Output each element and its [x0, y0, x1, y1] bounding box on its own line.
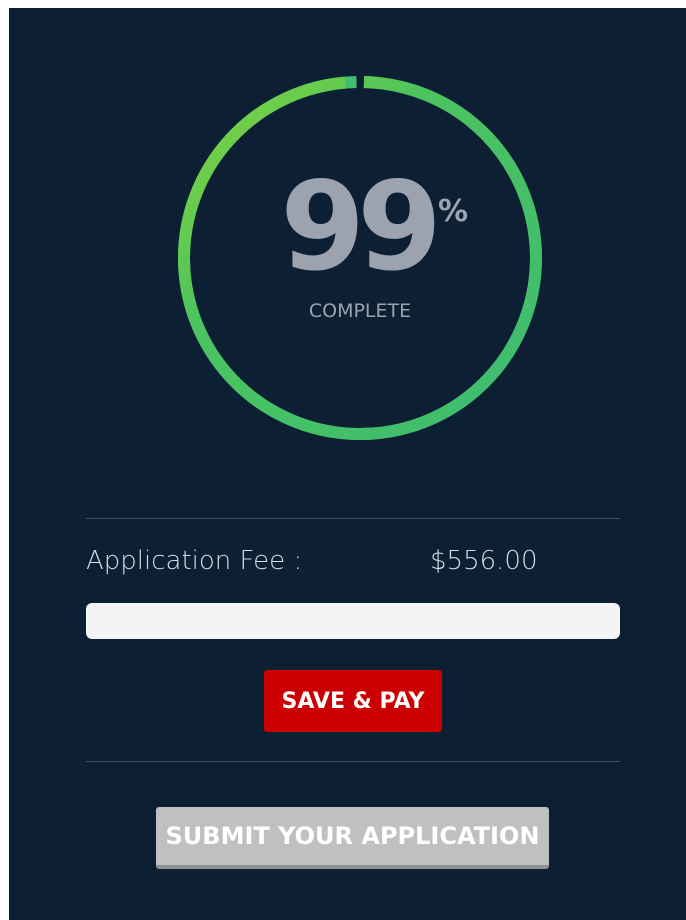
save-and-pay-button[interactable]: SAVE & PAY	[264, 670, 442, 732]
progress-ring: 99 % COMPLETE	[168, 66, 552, 450]
submit-application-button[interactable]: SUBMIT YOUR APPLICATION	[156, 807, 549, 869]
payment-input-field[interactable]	[86, 603, 620, 639]
top-divider	[86, 518, 620, 519]
progress-percent-sign: %	[438, 194, 469, 229]
bottom-divider	[86, 761, 620, 762]
application-fee-amount: $556.00	[430, 546, 538, 576]
application-panel: 99 % COMPLETE Application Fee : $556.00 …	[9, 8, 686, 920]
application-fee-label: Application Fee :	[86, 546, 303, 576]
progress-percent-value: 99	[280, 156, 442, 298]
progress-complete-label: COMPLETE	[308, 300, 412, 322]
